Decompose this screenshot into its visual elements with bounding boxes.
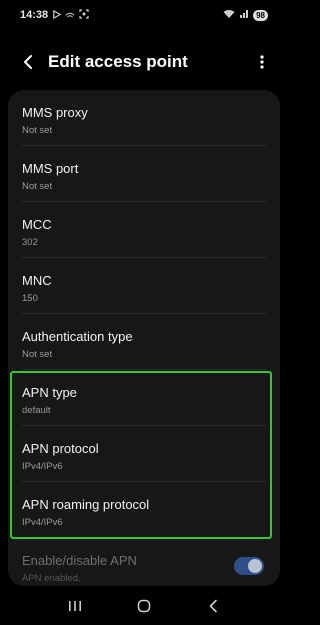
home-button[interactable] — [124, 591, 164, 621]
setting-title: MNC — [22, 273, 52, 288]
page-title: Edit access point — [48, 52, 188, 71]
setting-value: Not set — [22, 181, 53, 192]
setting-value: 150 — [22, 293, 38, 304]
toggle-knob — [248, 559, 262, 573]
status-bar: 14:38 98 — [0, 0, 288, 30]
setting-value: Not set — [22, 125, 53, 136]
setting-apn-roaming-protocol[interactable]: APN roaming protocol IPv4/IPv6 — [22, 482, 266, 538]
wifi-calling-icon — [65, 10, 75, 21]
setting-value: IPv4/IPv6 — [22, 461, 63, 472]
setting-title: MMS port — [22, 161, 79, 176]
setting-value: APN enabled. — [22, 573, 81, 584]
setting-title: Authentication type — [22, 329, 133, 344]
recents-button[interactable] — [55, 591, 95, 621]
setting-apn-type[interactable]: APN type default — [22, 370, 266, 426]
setting-mnc[interactable]: MNC 150 — [22, 258, 266, 314]
signal-icon — [239, 9, 249, 22]
setting-value: Not set — [22, 349, 53, 360]
setting-title: APN type — [22, 385, 77, 400]
setting-value: IPv4/IPv6 — [22, 517, 63, 528]
back-arrow-icon — [24, 55, 32, 69]
nav-back-button[interactable] — [193, 591, 233, 621]
setting-mms-port[interactable]: MMS port Not set — [22, 146, 266, 202]
status-time: 14:38 — [20, 9, 49, 21]
more-options-button[interactable] — [250, 50, 274, 74]
play-icon — [52, 9, 62, 21]
apn-enable-toggle — [234, 557, 264, 575]
more-vert-icon — [260, 55, 264, 69]
back-button[interactable] — [12, 46, 44, 78]
settings-card: MMS proxy Not set MMS port Not set MCC 3… — [8, 90, 280, 586]
setting-apn-protocol[interactable]: APN protocol IPv4/IPv6 — [22, 426, 266, 482]
battery-indicator: 98 — [253, 9, 268, 21]
app-bar: Edit access point — [0, 42, 288, 82]
screenshot-icon — [79, 9, 89, 21]
navigation-bar — [0, 587, 288, 625]
setting-title: MMS proxy — [22, 105, 88, 120]
back-icon — [210, 599, 218, 613]
setting-enable-disable-apn: Enable/disable APN APN enabled. — [22, 538, 266, 586]
setting-title: APN roaming protocol — [22, 497, 150, 512]
setting-authentication-type[interactable]: Authentication type Not set — [22, 314, 266, 370]
home-icon — [137, 599, 151, 613]
setting-value: 302 — [22, 237, 38, 248]
setting-mms-proxy[interactable]: MMS proxy Not set — [22, 90, 266, 146]
setting-mcc[interactable]: MCC 302 — [22, 202, 266, 258]
setting-title: MCC — [22, 217, 52, 232]
wifi-icon — [223, 9, 235, 22]
setting-value: default — [22, 405, 51, 416]
recents-icon — [68, 601, 81, 611]
status-left: 14:38 — [20, 9, 89, 21]
status-right: 98 — [223, 9, 268, 22]
setting-title: APN protocol — [22, 441, 99, 456]
setting-title: Enable/disable APN — [22, 553, 137, 568]
